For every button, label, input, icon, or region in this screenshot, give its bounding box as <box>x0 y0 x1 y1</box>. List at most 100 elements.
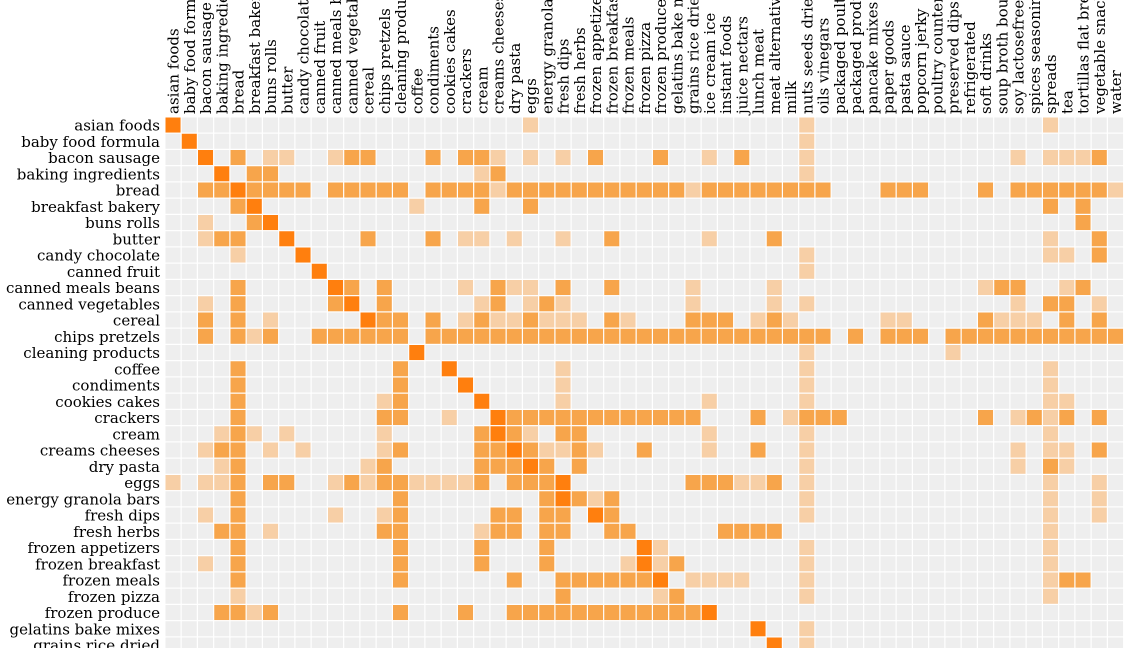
heatmap-cell <box>815 426 831 442</box>
heatmap-cell <box>880 263 896 279</box>
heatmap-cell <box>214 328 230 344</box>
heatmap-cell <box>441 231 457 247</box>
heatmap-cell <box>994 182 1010 198</box>
heatmap-cell <box>896 507 912 523</box>
heatmap-cell <box>815 523 831 539</box>
heatmap-cell <box>1059 198 1075 214</box>
heatmap-cell <box>750 345 766 361</box>
heatmap-cell <box>360 263 376 279</box>
heatmap-cell <box>1075 426 1091 442</box>
heatmap-cell <box>555 442 571 458</box>
heatmap-cell <box>1043 117 1059 133</box>
heatmap-cell <box>783 605 799 621</box>
heatmap-cell <box>701 215 717 231</box>
heatmap-cell <box>978 166 994 182</box>
heatmap-cell <box>864 588 880 604</box>
heatmap-cell <box>701 231 717 247</box>
heatmap-cell <box>295 247 311 263</box>
heatmap-cell <box>799 280 815 296</box>
heatmap-cell <box>474 491 490 507</box>
heatmap-cell <box>783 312 799 328</box>
heatmap-cell <box>360 361 376 377</box>
heatmap-cell <box>929 215 945 231</box>
heatmap-cell <box>214 637 230 648</box>
heatmap-cell <box>181 540 197 556</box>
heatmap-cell <box>263 377 279 393</box>
heatmap-cell <box>441 410 457 426</box>
heatmap-cell <box>669 426 685 442</box>
heatmap-cell <box>880 621 896 637</box>
heatmap-cell <box>653 540 669 556</box>
heatmap-cell <box>311 458 327 474</box>
heatmap-cell <box>620 588 636 604</box>
heatmap-cell <box>409 442 425 458</box>
heatmap-cell <box>295 296 311 312</box>
heatmap-cell <box>181 133 197 149</box>
heatmap-cell <box>653 247 669 263</box>
heatmap-cell <box>311 312 327 328</box>
heatmap-cell <box>279 247 295 263</box>
heatmap-cell <box>376 198 392 214</box>
heatmap-cell <box>311 247 327 263</box>
heatmap-cell <box>441 345 457 361</box>
heatmap-cell <box>848 263 864 279</box>
heatmap-cell <box>458 150 474 166</box>
heatmap-cell <box>490 588 506 604</box>
heatmap-cell <box>409 361 425 377</box>
column-labels: asian foodsbaby food formulabacon sausag… <box>165 0 1126 116</box>
heatmap-cell <box>978 410 994 426</box>
heatmap-cell <box>1108 523 1124 539</box>
heatmap-cell <box>393 215 409 231</box>
heatmap-cell <box>750 117 766 133</box>
heatmap-cell <box>376 328 392 344</box>
heatmap-cell <box>945 540 961 556</box>
heatmap-cell <box>376 150 392 166</box>
heatmap-cell <box>425 263 441 279</box>
heatmap-cell <box>523 345 539 361</box>
heatmap-cell <box>620 215 636 231</box>
heatmap-cell <box>636 426 652 442</box>
heatmap-cell <box>1026 588 1042 604</box>
heatmap-cell <box>295 572 311 588</box>
heatmap-cell <box>506 475 522 491</box>
heatmap-cell <box>165 361 181 377</box>
heatmap-cell <box>929 150 945 166</box>
heatmap-cell <box>214 263 230 279</box>
heatmap-cell <box>1010 410 1026 426</box>
heatmap-cell <box>588 150 604 166</box>
heatmap-cell <box>1108 588 1124 604</box>
heatmap-cell <box>831 215 847 231</box>
heatmap-cell <box>718 361 734 377</box>
heatmap-cell <box>165 475 181 491</box>
heatmap-cell <box>783 621 799 637</box>
heatmap-cell <box>409 491 425 507</box>
heatmap-cell <box>376 621 392 637</box>
heatmap-cell <box>311 507 327 523</box>
heatmap-cell <box>393 361 409 377</box>
heatmap-cell <box>636 296 652 312</box>
heatmap-cell <box>929 458 945 474</box>
heatmap-cell <box>880 588 896 604</box>
heatmap-cell <box>994 523 1010 539</box>
heatmap-cell <box>1059 377 1075 393</box>
heatmap-cell <box>653 426 669 442</box>
heatmap-cell <box>458 426 474 442</box>
heatmap-cell <box>165 198 181 214</box>
heatmap-cell <box>1043 377 1059 393</box>
heatmap-cell <box>1043 572 1059 588</box>
heatmap-cell <box>701 296 717 312</box>
heatmap-cell <box>669 328 685 344</box>
heatmap-cell <box>961 117 977 133</box>
heatmap-cell <box>441 215 457 231</box>
heatmap-cell <box>360 637 376 648</box>
heatmap-cell <box>409 458 425 474</box>
heatmap-cell <box>425 523 441 539</box>
heatmap-cell <box>458 312 474 328</box>
heatmap-cell <box>1075 442 1091 458</box>
heatmap-cell <box>864 150 880 166</box>
heatmap-cell <box>506 637 522 648</box>
heatmap-cell <box>896 491 912 507</box>
heatmap-cell <box>344 605 360 621</box>
heatmap-cell <box>490 605 506 621</box>
heatmap-cell <box>685 637 701 648</box>
